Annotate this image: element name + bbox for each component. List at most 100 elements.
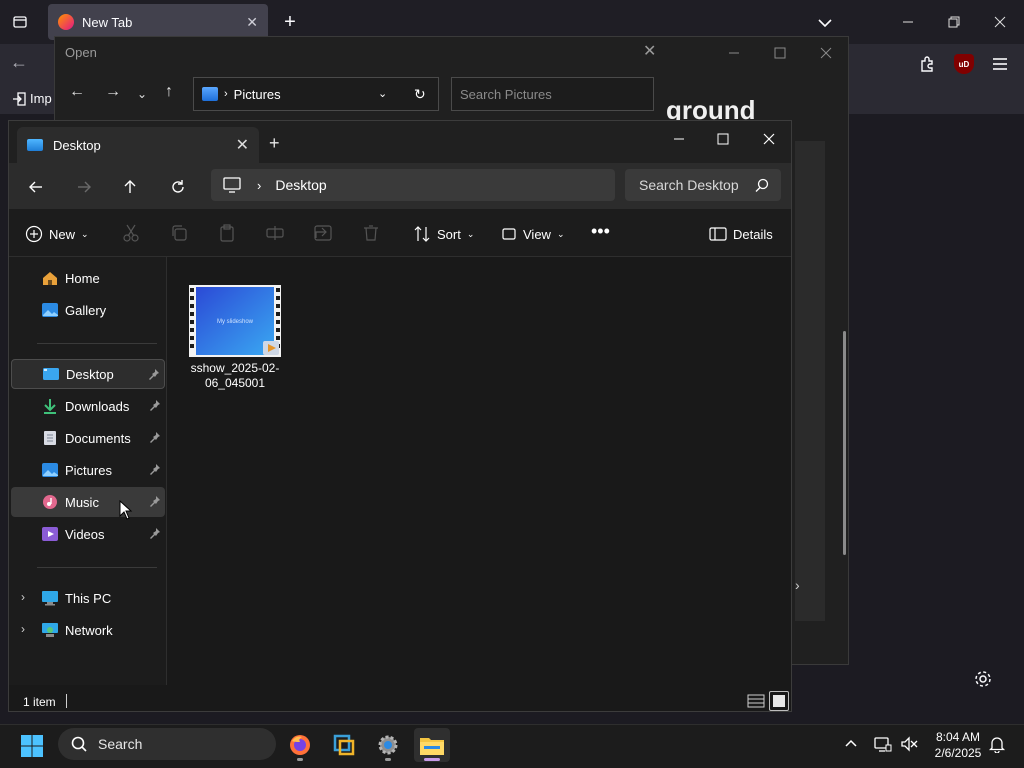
more-options-ellipsis-icon[interactable]: ••• bbox=[591, 219, 610, 243]
nav-item-this-pc[interactable]: › This PC bbox=[11, 583, 165, 613]
taskbar-file-explorer-button[interactable] bbox=[414, 728, 450, 762]
pin-icon[interactable] bbox=[149, 463, 161, 475]
network-status-icon[interactable] bbox=[874, 735, 892, 753]
firefox-page-settings-gear-icon[interactable] bbox=[972, 668, 994, 690]
firefox-minimize-button[interactable] bbox=[892, 8, 924, 36]
import-bookmarks-button[interactable]: Imp bbox=[12, 91, 52, 106]
taskbar-firefox-button[interactable] bbox=[282, 728, 318, 762]
clock-time: 8:04 AM bbox=[935, 730, 981, 744]
pin-icon[interactable] bbox=[149, 527, 161, 539]
paste-icon[interactable] bbox=[217, 223, 237, 243]
volume-muted-icon[interactable] bbox=[900, 735, 918, 753]
back-arrow-icon[interactable] bbox=[23, 174, 49, 200]
nav-item-downloads[interactable]: Downloads bbox=[11, 391, 165, 421]
open-dialog-forward-icon[interactable]: → bbox=[105, 83, 121, 101]
open-dialog-close-icon[interactable]: ✕ bbox=[643, 41, 656, 61]
nav-item-label: Gallery bbox=[65, 302, 107, 318]
firefox-tab-overview-icon[interactable] bbox=[8, 10, 32, 34]
dialog-chevron-right-icon[interactable]: › bbox=[795, 577, 800, 593]
open-dialog-minimize-button[interactable] bbox=[719, 43, 749, 63]
taskbar-settings-button[interactable] bbox=[370, 728, 406, 762]
explorer-tab-label: Desktop bbox=[53, 137, 101, 153]
cut-icon[interactable] bbox=[121, 223, 141, 243]
pin-icon[interactable] bbox=[149, 399, 161, 411]
firefox-back-button[interactable]: ← bbox=[10, 52, 28, 73]
explorer-maximize-button[interactable] bbox=[703, 125, 743, 153]
firefox-restore-button[interactable] bbox=[938, 8, 970, 36]
explorer-search-input[interactable]: Search Desktop bbox=[625, 169, 781, 201]
open-dialog-back-icon[interactable]: ← bbox=[69, 83, 85, 101]
taskbar-virtualbox-button[interactable] bbox=[326, 728, 362, 762]
new-button[interactable]: New ⌄ bbox=[25, 222, 89, 246]
open-dialog-path: Pictures bbox=[233, 86, 281, 102]
open-dialog-address-bar[interactable]: › Pictures ⌄ ↻ bbox=[193, 77, 439, 111]
extensions-puzzle-icon[interactable] bbox=[918, 54, 938, 74]
nav-item-documents[interactable]: Documents bbox=[11, 423, 165, 453]
firefox-tab-close-icon[interactable]: ✕ bbox=[246, 14, 258, 31]
nav-item-gallery[interactable]: Gallery bbox=[11, 295, 165, 325]
explorer-tab-desktop[interactable]: Desktop ✕ bbox=[17, 127, 259, 163]
sort-button[interactable]: Sort ⌄ bbox=[413, 222, 474, 246]
nav-item-label: Desktop bbox=[66, 366, 114, 382]
expand-chevron-icon[interactable]: › bbox=[21, 590, 25, 604]
firefox-tab-new-tab[interactable]: New Tab ✕ bbox=[48, 4, 268, 40]
nav-item-label: Pictures bbox=[65, 462, 112, 478]
open-dialog-close-button[interactable] bbox=[811, 43, 841, 63]
pin-icon[interactable] bbox=[148, 368, 160, 380]
search-icon bbox=[755, 178, 769, 192]
this-pc-monitor-icon bbox=[223, 177, 241, 193]
address-dropdown-chevron-icon[interactable]: ⌄ bbox=[378, 87, 387, 100]
large-icons-view-button[interactable] bbox=[769, 691, 789, 711]
delete-trash-icon[interactable] bbox=[361, 223, 381, 243]
firefox-hamburger-menu-icon[interactable] bbox=[990, 54, 1010, 74]
nav-item-videos[interactable]: Videos bbox=[11, 519, 165, 549]
firefox-new-tab-button[interactable]: + bbox=[278, 10, 302, 34]
copy-icon[interactable] bbox=[169, 223, 189, 243]
details-view-button[interactable] bbox=[747, 693, 765, 709]
pin-icon[interactable] bbox=[149, 431, 161, 443]
open-dialog-maximize-button[interactable] bbox=[765, 43, 795, 63]
clock-date: 2/6/2025 bbox=[934, 746, 982, 760]
ublock-origin-icon[interactable]: uD bbox=[954, 54, 974, 74]
gallery-icon bbox=[42, 303, 58, 317]
settings-gear-icon bbox=[378, 735, 398, 755]
nav-item-pictures[interactable]: Pictures bbox=[11, 455, 165, 485]
explorer-address-bar[interactable]: › Desktop bbox=[211, 169, 615, 201]
forward-arrow-icon[interactable] bbox=[71, 174, 97, 200]
expand-chevron-icon[interactable]: › bbox=[21, 622, 25, 636]
file-item-video[interactable]: My slideshow sshow_2025-02-06_045001 bbox=[189, 285, 281, 395]
firefox-close-button[interactable] bbox=[984, 8, 1016, 36]
notification-bell-icon[interactable] bbox=[988, 735, 1006, 754]
dialog-scrollbar[interactable] bbox=[843, 331, 846, 555]
details-button-label: Details bbox=[733, 226, 773, 242]
open-dialog-recent-chevron-icon[interactable]: ⌄ bbox=[137, 87, 147, 101]
details-pane-icon bbox=[709, 227, 727, 241]
start-windows-icon[interactable] bbox=[20, 734, 44, 758]
open-dialog-search-input[interactable]: Search Pictures bbox=[451, 77, 654, 111]
open-dialog-up-icon[interactable]: ↑ bbox=[165, 83, 173, 101]
active-app-indicator bbox=[424, 758, 440, 761]
nav-item-network[interactable]: › Network bbox=[11, 615, 165, 645]
view-button-label: View bbox=[523, 226, 551, 242]
refresh-icon[interactable]: ↻ bbox=[414, 86, 426, 103]
tray-overflow-chevron-icon[interactable] bbox=[843, 735, 859, 751]
nav-item-desktop[interactable]: Desktop bbox=[11, 359, 165, 389]
tray-clock[interactable]: 8:04 AM 2/6/2025 bbox=[928, 729, 988, 761]
sort-button-label: Sort bbox=[437, 226, 461, 242]
explorer-minimize-button[interactable] bbox=[659, 125, 699, 153]
details-pane-button[interactable]: Details bbox=[709, 222, 773, 246]
explorer-close-button[interactable] bbox=[749, 125, 789, 153]
rename-icon[interactable] bbox=[265, 223, 285, 243]
share-icon[interactable] bbox=[313, 223, 333, 243]
view-button[interactable]: View ⌄ bbox=[501, 222, 565, 246]
nav-item-home[interactable]: Home bbox=[11, 263, 165, 293]
explorer-new-tab-button[interactable]: + bbox=[269, 133, 280, 154]
taskbar-search-box[interactable]: Search bbox=[58, 728, 276, 760]
refresh-icon[interactable] bbox=[165, 174, 191, 200]
pin-icon[interactable] bbox=[149, 495, 161, 507]
firefox-list-tabs-chevron-icon[interactable] bbox=[814, 12, 836, 34]
explorer-tab-close-icon[interactable]: ✕ bbox=[236, 135, 249, 155]
sort-arrows-icon bbox=[414, 226, 430, 242]
up-arrow-icon[interactable] bbox=[117, 174, 143, 200]
nav-item-music[interactable]: Music bbox=[11, 487, 165, 517]
